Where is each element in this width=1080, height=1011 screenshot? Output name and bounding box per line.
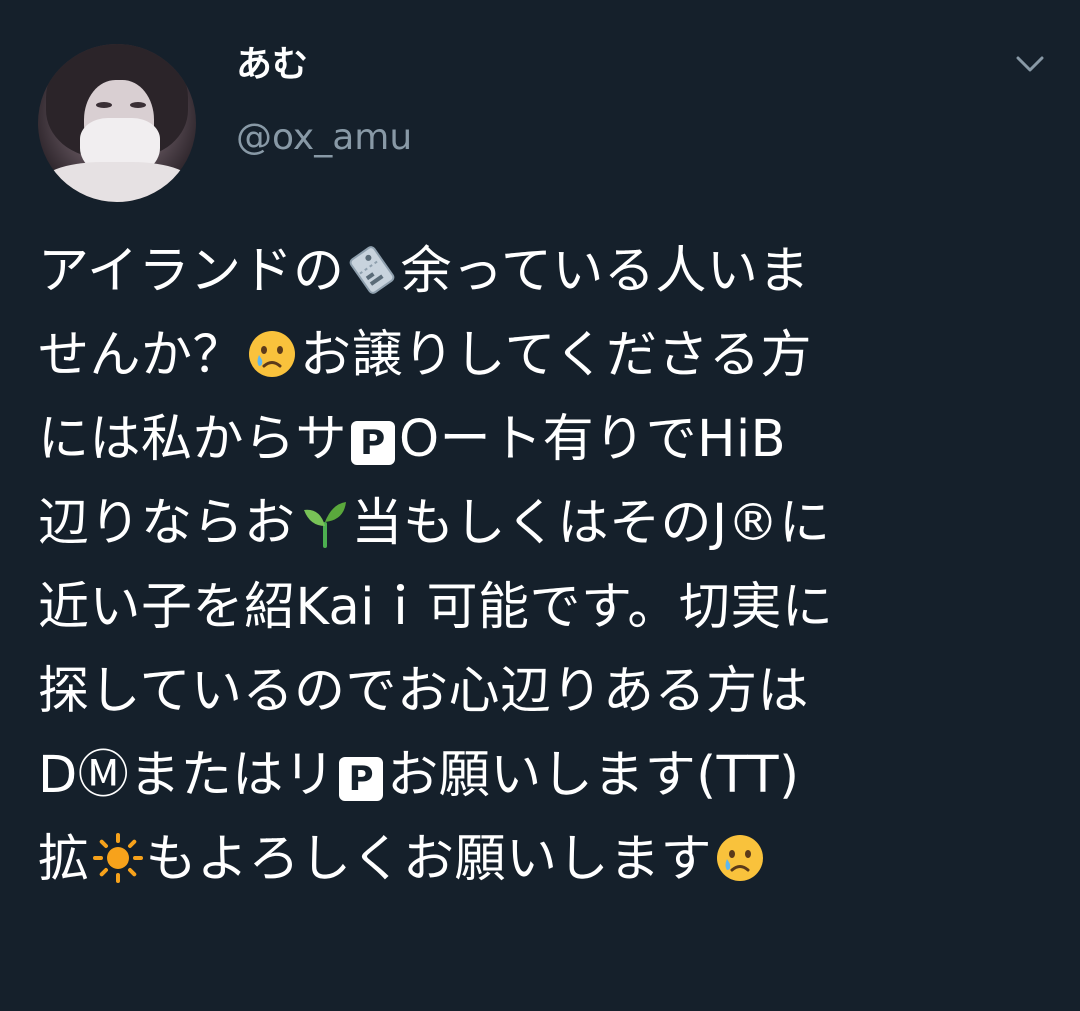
display-name[interactable]: あむ: [236, 42, 308, 88]
text-segment: には私からサ: [38, 410, 348, 469]
text-segment: 辺りならお: [38, 494, 296, 553]
user-handle[interactable]: @ox_amu: [236, 116, 412, 160]
tweet-line: 探しているのでお心辺りある方は: [38, 650, 1058, 734]
text-segment: アイランドの: [38, 242, 345, 301]
tweet-line: 近い子を紹Kaiｉ可能です。切実に: [38, 566, 1058, 650]
tweet-card: あむ @ox_amu アイランドの 余っている人いま せんか？ お譲りしてくださ…: [0, 0, 1080, 1011]
text-segment: 余っている人いま: [400, 242, 810, 301]
text-segment: お願いします(TT): [387, 746, 800, 805]
text-segment: 探しているのでお心辺りある方は: [38, 662, 809, 721]
tweet-line: には私からサ P Oート有りでHiB: [38, 398, 1058, 482]
seedling-icon: [303, 502, 346, 548]
tweet-text: アイランドの 余っている人いま せんか？ お譲りしてくださる方 には私からサ P…: [38, 230, 1058, 902]
text-segment: DⓂまたはリ: [38, 746, 336, 805]
avatar[interactable]: [38, 44, 196, 202]
ticket-icon: [350, 246, 395, 294]
text-segment: Oート有りでHiB: [399, 410, 787, 469]
sun-icon: [92, 833, 143, 883]
tweet-line: 拡 もよろしくお願いします: [38, 818, 1058, 902]
tweet-line: せんか？ お譲りしてくださる方: [38, 314, 1058, 398]
chevron-down-icon[interactable]: [1010, 48, 1050, 78]
p-button-icon: P: [339, 757, 384, 801]
crying-face-icon: [249, 331, 296, 377]
text-segment: もよろしくお願いします: [145, 830, 713, 889]
crying-face-icon: [717, 835, 764, 881]
tweet-line: アイランドの 余っている人いま: [38, 230, 1058, 314]
tweet-line: DⓂまたはリ P お願いします(TT): [38, 734, 1058, 818]
text-segment: 近い子を紹Kaiｉ可能です。切実に: [38, 578, 834, 637]
text-segment: 拡: [38, 830, 90, 889]
text-segment: 当もしくはそのJ®に: [351, 494, 831, 553]
text-segment: お譲りしてくださる方: [300, 326, 812, 385]
text-segment: せんか？: [38, 326, 245, 385]
p-button-icon: P: [351, 421, 396, 465]
tweet-line: 辺りならお 当もしくはそのJ®に: [38, 482, 1058, 566]
